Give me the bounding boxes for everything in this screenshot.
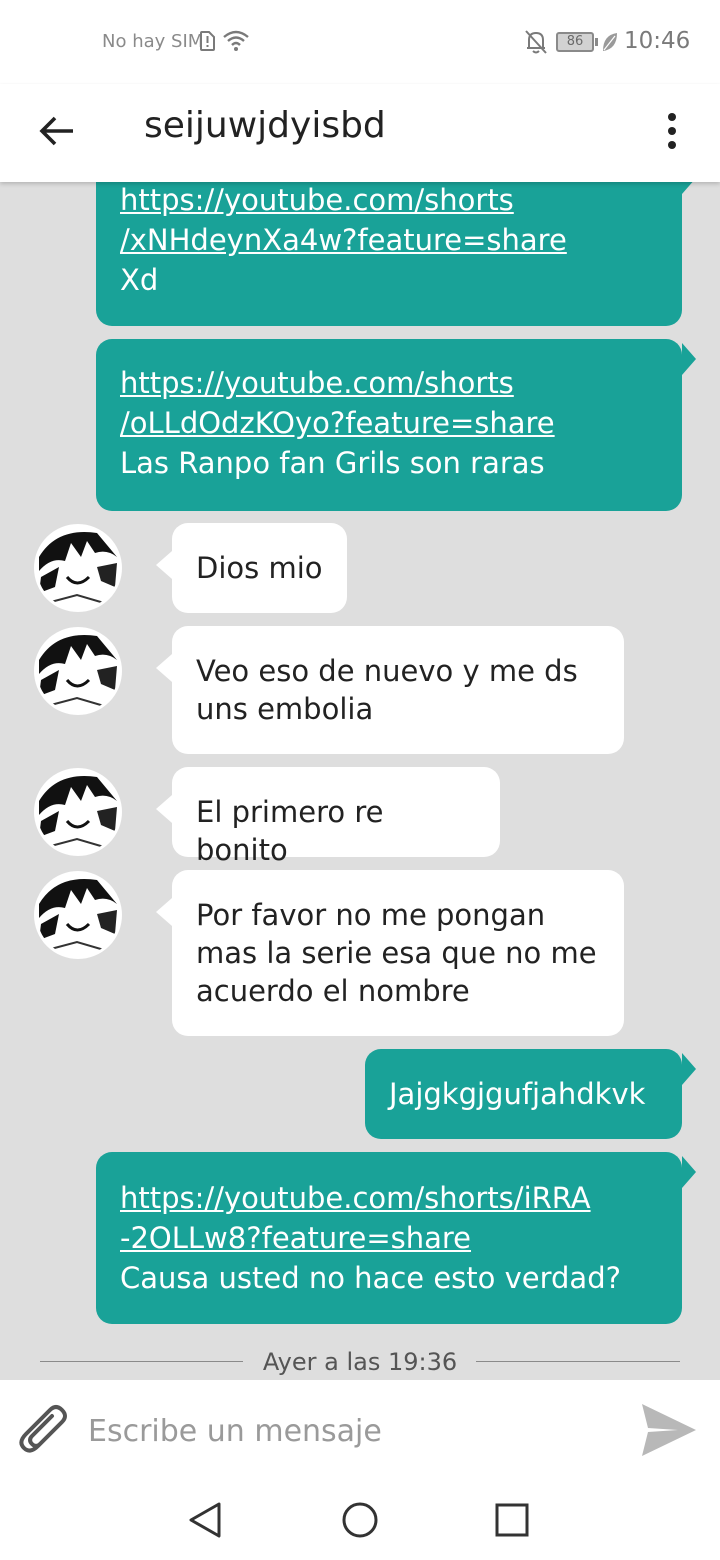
avatar[interactable] xyxy=(34,768,122,856)
battery-indicator: 86 xyxy=(556,32,594,52)
avatar[interactable] xyxy=(34,524,122,612)
incoming-message[interactable]: Dios mio xyxy=(156,523,347,613)
outgoing-message[interactable]: Jajgkgjgufjahdkvk xyxy=(365,1049,696,1139)
outgoing-message[interactable]: https://youtube.com/shorts /oLLdOdzKOyo?… xyxy=(96,339,696,511)
avatar-image xyxy=(37,874,119,956)
message-link[interactable]: /xNHdeynXa4w?feature=share xyxy=(120,220,658,260)
send-button[interactable] xyxy=(638,1400,700,1460)
notifications-off-icon xyxy=(525,30,547,54)
avatar[interactable] xyxy=(34,627,122,715)
carrier-text: No hay SIM xyxy=(102,31,204,52)
outgoing-message[interactable]: https://youtube.com/shorts /xNHdeynXa4w?… xyxy=(96,182,696,326)
clock: 10:46 xyxy=(624,28,691,54)
nav-back-icon[interactable] xyxy=(186,1500,224,1540)
date-separator-text: Ayer a las 19:36 xyxy=(262,1348,458,1376)
message-text: Las Ranpo fan Grils son raras xyxy=(120,446,545,480)
chat-title: seijuwjdyisbd xyxy=(144,105,386,146)
sim-alert-icon xyxy=(200,31,215,51)
chat-header: seijuwjdyisbd xyxy=(0,84,720,182)
arrow-back-icon xyxy=(39,116,73,146)
power-saving-leaf-icon xyxy=(603,33,617,51)
outgoing-message[interactable]: https://youtube.com/shorts/iRRA -2OLLw8?… xyxy=(96,1152,696,1324)
message-text: El primero re bonito xyxy=(196,795,384,867)
message-input[interactable] xyxy=(88,1408,608,1454)
avatar-image xyxy=(37,771,119,853)
nav-recents-icon[interactable] xyxy=(494,1502,530,1538)
more-vert-icon xyxy=(668,113,676,149)
message-text: Dios mio xyxy=(196,551,323,585)
message-text: Xd xyxy=(120,263,159,297)
message-text: Por favor no me pongan xyxy=(196,898,546,932)
divider xyxy=(476,1361,680,1362)
message-text: Veo eso de nuevo y me ds xyxy=(196,654,578,688)
message-text: acuerdo el nombre xyxy=(196,974,470,1008)
message-list[interactable]: https://youtube.com/shorts /xNHdeynXa4w?… xyxy=(0,182,720,1380)
incoming-message[interactable]: Veo eso de nuevo y me ds uns embolia xyxy=(156,626,624,754)
message-text: Jajgkgjgufjahdkvk xyxy=(389,1077,646,1111)
composer xyxy=(0,1380,720,1480)
avatar[interactable] xyxy=(34,871,122,959)
back-button[interactable] xyxy=(30,104,84,158)
message-text: uns embolia xyxy=(196,692,374,726)
avatar-image xyxy=(37,527,119,609)
attach-button[interactable] xyxy=(16,1404,72,1460)
date-separator: Ayer a las 19:36 xyxy=(40,1348,680,1378)
battery-tip xyxy=(595,38,598,46)
message-text: mas la serie esa que no me xyxy=(196,936,597,970)
message-link[interactable]: -2OLLw8?feature=share xyxy=(120,1218,658,1258)
status-bar: No hay SIM 86 10:46 xyxy=(0,0,720,84)
message-link[interactable]: https://youtube.com/shorts xyxy=(120,182,658,220)
message-link[interactable]: /oLLdOdzKOyo?feature=share xyxy=(120,403,658,443)
incoming-message[interactable]: El primero re bonito xyxy=(156,767,500,867)
message-link[interactable]: https://youtube.com/shorts/iRRA xyxy=(120,1178,658,1218)
more-options-button[interactable] xyxy=(652,104,692,158)
incoming-message[interactable]: Por favor no me pongan mas la serie esa … xyxy=(156,870,624,1036)
wifi-icon xyxy=(223,30,249,51)
message-text: Causa usted no hace esto verdad? xyxy=(120,1261,622,1295)
avatar-image xyxy=(37,630,119,712)
paperclip-icon xyxy=(19,1405,67,1453)
nav-home-icon[interactable] xyxy=(340,1500,380,1540)
message-link[interactable]: https://youtube.com/shorts xyxy=(120,363,658,403)
send-icon xyxy=(642,1404,696,1456)
system-navigation-bar xyxy=(0,1480,720,1560)
